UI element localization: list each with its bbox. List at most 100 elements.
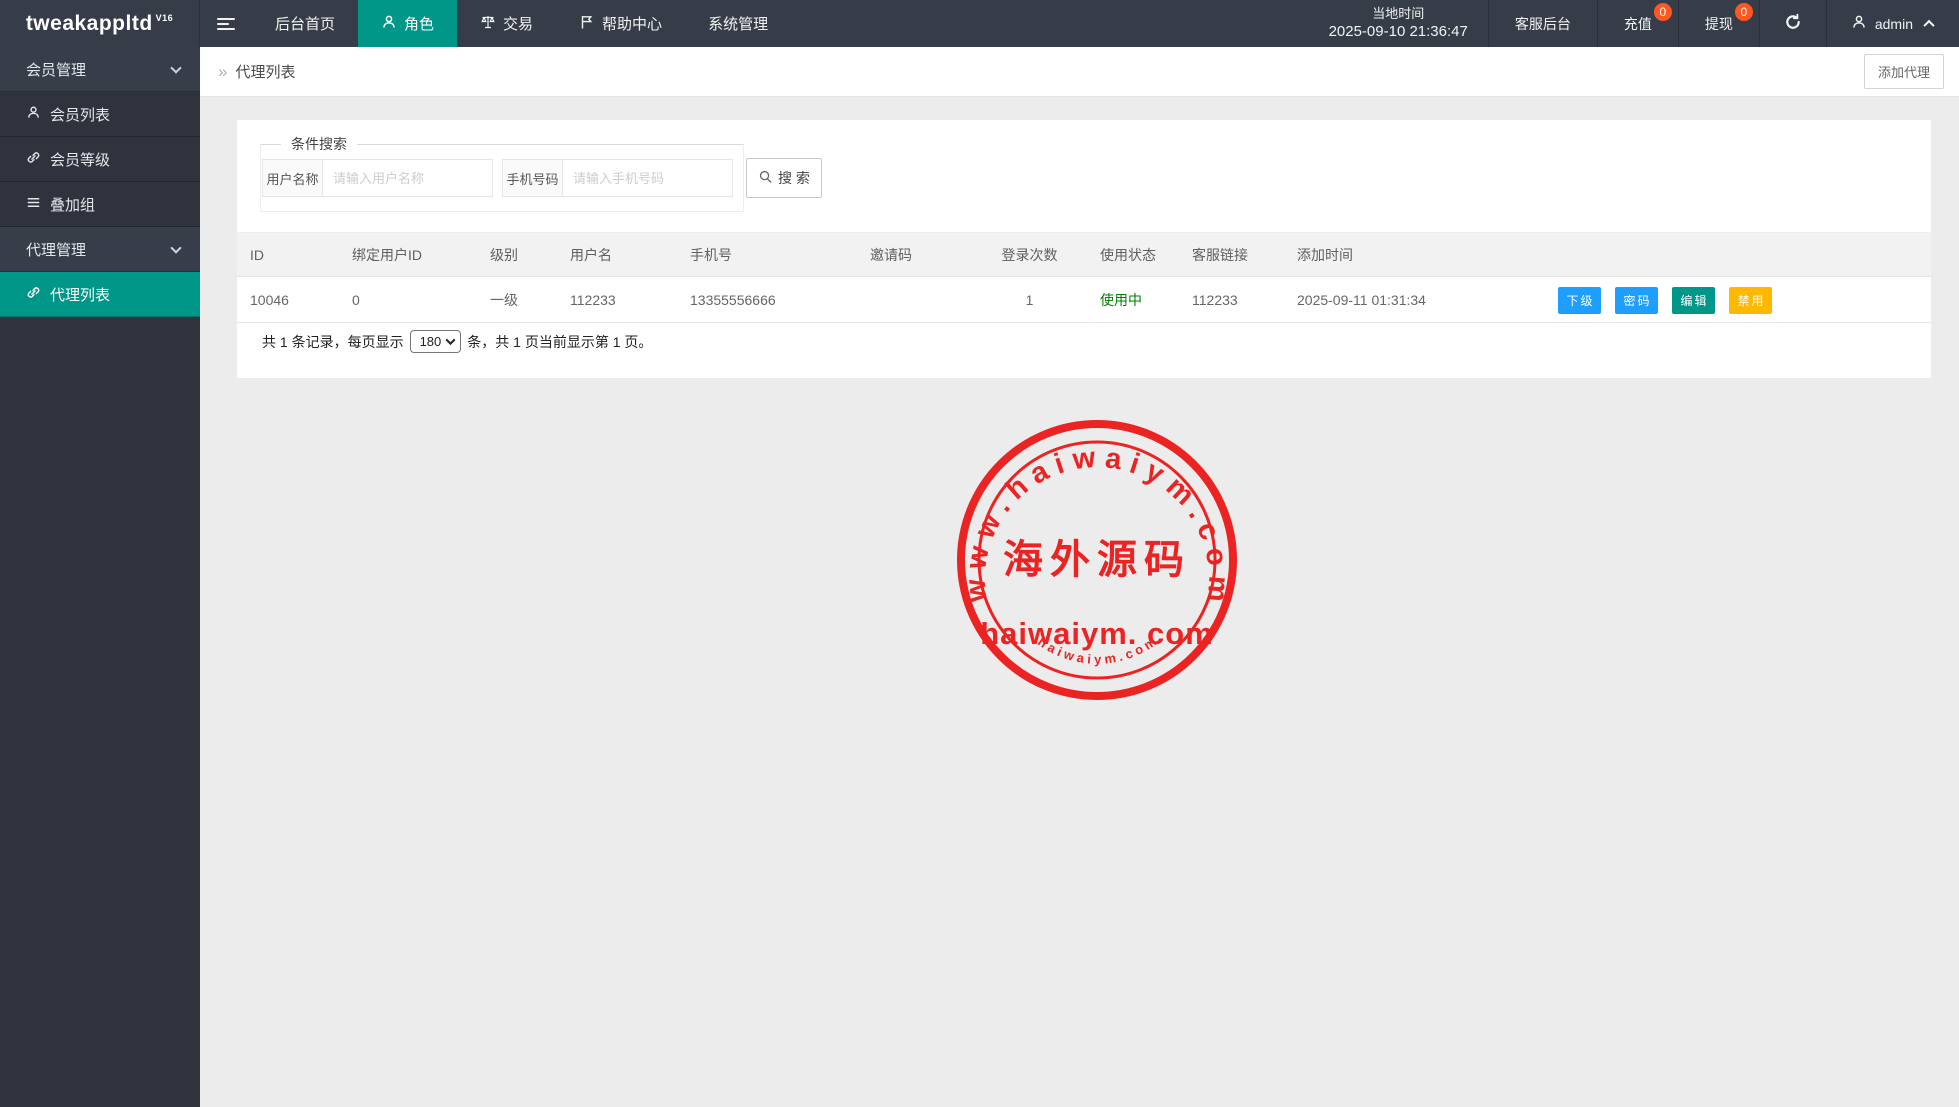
phone-field-label: 手机号码 xyxy=(502,159,563,197)
sidebar-item-member-level[interactable]: 会员等级 xyxy=(0,137,200,182)
status-badge: 使用中 xyxy=(1087,290,1179,310)
stamp-domain-text: haiwaiym. com xyxy=(980,616,1214,651)
search-form: 用户名称 手机号码 搜 索 xyxy=(262,158,822,198)
breadcrumb-separator: » xyxy=(218,62,227,82)
chevron-up-icon xyxy=(1923,19,1934,30)
edit-button[interactable]: 编辑 xyxy=(1672,287,1715,314)
col-header-level: 级别 xyxy=(477,245,557,265)
list-icon xyxy=(26,195,41,214)
sidebar-group-agent-management[interactable]: 代理管理 xyxy=(0,227,200,272)
nav-tab-roles[interactable]: 角色 xyxy=(358,0,457,47)
search-button-label: 搜 索 xyxy=(778,168,810,188)
sidebar-group-label: 代理管理 xyxy=(26,239,86,260)
sidebar-group-member-management[interactable]: 会员管理 xyxy=(0,47,200,92)
table-row: 10046 0 一级 112233 13355556666 1 使用中 1122… xyxy=(237,278,1931,323)
sidebar-item-label: 代理列表 xyxy=(50,284,110,305)
menu-toggle-icon[interactable] xyxy=(200,0,252,47)
sidebar-item-label: 会员列表 xyxy=(50,104,110,125)
add-agent-button[interactable]: 添加代理 xyxy=(1864,54,1944,89)
password-button[interactable]: 密码 xyxy=(1615,287,1658,314)
link-icon xyxy=(26,285,41,304)
person-icon xyxy=(381,14,397,34)
phone-input[interactable] xyxy=(563,159,733,197)
cell-phone: 13355556666 xyxy=(677,292,857,308)
col-header-created-at: 添加时间 xyxy=(1284,245,1544,265)
refresh-icon xyxy=(1784,13,1802,34)
watermark-stamp: w w w . h a i w a i y m . c o m 海外源码 hai… xyxy=(952,415,1242,705)
sidebar-item-label: 会员等级 xyxy=(50,149,110,170)
nav-tab-dashboard[interactable]: 后台首页 xyxy=(252,0,358,47)
col-header-service-link: 客服链接 xyxy=(1179,245,1284,265)
recharge-label: 充值 xyxy=(1624,14,1652,34)
user-menu[interactable]: admin xyxy=(1826,0,1959,47)
person-icon xyxy=(26,105,41,124)
subordinate-button[interactable]: 下级 xyxy=(1558,287,1601,314)
link-icon xyxy=(26,150,41,169)
recharge-link[interactable]: 充值 0 xyxy=(1597,0,1678,47)
col-header-bind-user-id: 绑定用户ID xyxy=(339,245,477,265)
disable-button[interactable]: 禁用 xyxy=(1729,287,1772,314)
local-time: 当地时间 2025-09-10 21:36:47 xyxy=(1309,0,1488,47)
sidebar-item-agent-list[interactable]: 代理列表 xyxy=(0,272,200,317)
col-header-status: 使用状态 xyxy=(1087,245,1179,265)
username-field-label: 用户名称 xyxy=(262,159,323,197)
sidebar-item-stack-group[interactable]: 叠加组 xyxy=(0,182,200,227)
cell-username: 112233 xyxy=(557,292,677,308)
local-time-value: 2025-09-10 21:36:47 xyxy=(1329,22,1468,42)
local-time-label: 当地时间 xyxy=(1372,5,1424,23)
cell-service-link: 112233 xyxy=(1179,292,1284,308)
app-logo: tweakappltd V16 xyxy=(0,0,200,47)
col-header-phone: 手机号 xyxy=(677,245,857,265)
service-backend-link[interactable]: 客服后台 xyxy=(1488,0,1597,47)
table-header: ID 绑定用户ID 级别 用户名 手机号 邀请码 登录次数 使用状态 客服链接 … xyxy=(237,232,1931,277)
flag-icon xyxy=(579,14,595,34)
col-header-invite-code: 邀请码 xyxy=(857,245,972,265)
col-header-username: 用户名 xyxy=(557,245,677,265)
top-bar: tweakappltd V16 后台首页 角色 交易 帮助中心 系统管理 xyxy=(0,0,1959,47)
username-input[interactable] xyxy=(323,159,493,197)
nav-tab-help-center[interactable]: 帮助中心 xyxy=(556,0,685,47)
recharge-badge: 0 xyxy=(1654,3,1672,21)
withdraw-badge: 0 xyxy=(1735,3,1753,21)
cell-id: 10046 xyxy=(237,292,339,308)
app-logo-version: V16 xyxy=(156,13,174,23)
cell-level: 一级 xyxy=(477,290,557,310)
col-header-id: ID xyxy=(237,247,339,263)
breadcrumb-bar: » 代理列表 添加代理 xyxy=(200,47,1959,97)
withdraw-link[interactable]: 提现 0 xyxy=(1678,0,1759,47)
col-header-login-count: 登录次数 xyxy=(972,245,1087,265)
page-title: 代理列表 xyxy=(235,61,295,82)
chevron-down-icon xyxy=(170,62,181,73)
withdraw-label: 提现 xyxy=(1705,14,1733,34)
sidebar-item-member-list[interactable]: 会员列表 xyxy=(0,92,200,137)
app-logo-text: tweakappltd xyxy=(26,12,153,36)
nav-tab-label: 帮助中心 xyxy=(602,13,662,34)
chevron-down-icon xyxy=(170,242,181,253)
search-button[interactable]: 搜 索 xyxy=(746,158,822,198)
sidebar-item-label: 叠加组 xyxy=(50,194,95,215)
service-backend-label: 客服后台 xyxy=(1515,14,1571,34)
nav-tab-label: 交易 xyxy=(503,13,533,34)
nav-tab-label: 角色 xyxy=(404,13,434,34)
cell-created-at: 2025-09-11 01:31:34 xyxy=(1284,292,1544,308)
pagination: 共 1 条记录，每页显示 180 条，共 1 页当前显示第 1 页。 xyxy=(262,330,652,353)
chevron-down-icon xyxy=(446,335,456,345)
user-name: admin xyxy=(1875,16,1913,32)
cell-login-count: 1 xyxy=(972,292,1087,308)
nav-tab-label: 系统管理 xyxy=(708,13,768,34)
search-icon xyxy=(758,169,773,187)
nav-tab-trade[interactable]: 交易 xyxy=(457,0,556,47)
agent-list-card: 条件搜索 用户名称 手机号码 搜 索 ID 绑定用户ID 级别 用户名 手机号 … xyxy=(237,120,1931,378)
refresh-button[interactable] xyxy=(1759,0,1826,47)
pagination-prefix: 共 1 条记录，每页显示 xyxy=(262,332,404,352)
nav-tab-label: 后台首页 xyxy=(275,13,335,34)
scale-icon xyxy=(480,14,496,34)
page-size-value: 180 xyxy=(420,334,442,349)
sidebar: 会员管理 会员列表 会员等级 叠加组 代理管理 xyxy=(0,47,200,1107)
page-size-select[interactable]: 180 xyxy=(410,330,462,353)
row-actions: 下级 密码 编辑 禁用 xyxy=(1544,287,1931,314)
nav-tab-system[interactable]: 系统管理 xyxy=(685,0,791,47)
user-icon xyxy=(1851,14,1867,33)
pagination-suffix: 条，共 1 页当前显示第 1 页。 xyxy=(467,332,652,352)
cell-bind-user-id: 0 xyxy=(339,292,477,308)
